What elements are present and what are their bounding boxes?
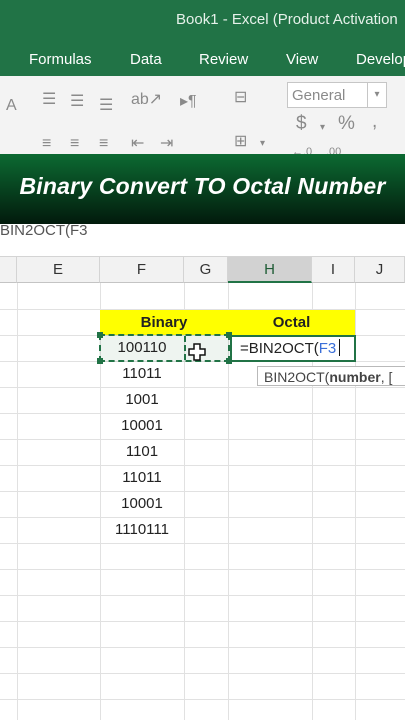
text-caret: [339, 339, 341, 356]
binary-cell[interactable]: 10001: [100, 413, 184, 439]
ribbon: A ☰ ☰ ☰ ab↗ ▸¶ ⊟ ⊞ ▾ ≡ ≡ ≡ ⇤ ⇥ General ▾…: [0, 76, 405, 155]
column-header-f[interactable]: F: [100, 257, 184, 283]
decrease-indent-icon[interactable]: ⇤: [131, 136, 144, 152]
tooltip-rest: , [: [380, 369, 393, 385]
binary-cell[interactable]: 100110: [100, 335, 184, 361]
wrap-text-icon[interactable]: ⊟: [234, 90, 247, 106]
align-bottom-icon[interactable]: ☰: [99, 98, 113, 114]
tab-view[interactable]: View: [286, 51, 318, 68]
title-banner: Binary Convert TO Octal Number: [0, 154, 405, 224]
grid-line: [0, 595, 405, 596]
tab-review[interactable]: Review: [199, 51, 248, 68]
chevron-down-icon[interactable]: ▾: [367, 83, 386, 107]
merge-dropdown-icon[interactable]: ▾: [260, 136, 265, 152]
number-format-value: General: [292, 87, 346, 104]
header-octal[interactable]: Octal: [228, 310, 355, 335]
grid-line: [0, 673, 405, 674]
tab-developer[interactable]: Develop: [356, 51, 405, 68]
column-header-i[interactable]: I: [312, 257, 355, 283]
formula-text: =BIN2OCT(: [240, 340, 319, 357]
binary-cell[interactable]: 10001: [100, 491, 184, 517]
header-binary[interactable]: Binary: [100, 310, 228, 335]
tooltip-argument: number: [329, 369, 381, 385]
paragraph-direction-icon[interactable]: ▸¶: [180, 94, 197, 110]
number-format-dropdown[interactable]: General ▾: [287, 82, 387, 108]
column-header-j[interactable]: J: [355, 257, 405, 283]
column-header-h[interactable]: H: [228, 257, 312, 283]
grid-line: [0, 465, 405, 466]
align-left-icon[interactable]: ≡: [42, 136, 51, 152]
ribbon-tabs: Formulas Data Review View Develop: [0, 44, 405, 76]
binary-cell[interactable]: 11011: [100, 361, 184, 387]
binary-cell[interactable]: 11011: [100, 465, 184, 491]
function-tooltip: BIN2OCT(number, [: [257, 366, 405, 386]
cell-cursor-icon: [188, 343, 206, 361]
grid-line: [0, 699, 405, 700]
binary-cell[interactable]: 1101: [100, 439, 184, 465]
grid-line: [0, 569, 405, 570]
grid-line: [0, 517, 405, 518]
tab-formulas[interactable]: Formulas: [29, 51, 92, 68]
comma-style-icon[interactable]: ,: [372, 112, 377, 131]
formula-bar-text: BIN2OCT(F3: [0, 222, 88, 239]
increase-indent-icon[interactable]: ⇥: [160, 136, 173, 152]
grid-line: [0, 621, 405, 622]
formula-edit-cell[interactable]: =BIN2OCT(F3: [230, 335, 356, 362]
column-header-g[interactable]: G: [184, 257, 228, 283]
currency-format-icon[interactable]: $: [296, 114, 307, 133]
window-title: Book1 - Excel (Product Activation: [176, 11, 398, 28]
font-size-icon[interactable]: A: [6, 98, 17, 114]
align-right-icon[interactable]: ≡: [99, 136, 108, 152]
grid-line: [0, 387, 405, 388]
grid-line: [0, 491, 405, 492]
currency-dropdown-icon[interactable]: ▾: [320, 120, 325, 136]
align-center-icon[interactable]: ≡: [70, 136, 79, 152]
grid-line: [17, 283, 18, 720]
banner-text: Binary Convert TO Octal Number: [19, 173, 386, 199]
grid-line: [0, 413, 405, 414]
formula-reference: F3: [318, 340, 337, 357]
percent-style-icon[interactable]: %: [338, 114, 355, 133]
orientation-icon[interactable]: ab↗: [131, 92, 162, 108]
select-all-corner[interactable]: [0, 257, 17, 283]
binary-cell[interactable]: 1110111: [100, 517, 184, 543]
merge-center-icon[interactable]: ⊞: [234, 134, 247, 150]
binary-cell[interactable]: 1001: [100, 387, 184, 413]
title-bar: Book1 - Excel (Product Activation: [0, 0, 405, 44]
tooltip-function[interactable]: BIN2OCT(: [264, 369, 329, 385]
align-top-icon[interactable]: ☰: [42, 92, 56, 108]
grid-line: [0, 439, 405, 440]
grid-line: [0, 647, 405, 648]
tab-data[interactable]: Data: [130, 51, 162, 68]
grid-line: [0, 543, 405, 544]
formula-bar[interactable]: BIN2OCT(F3: [0, 222, 405, 257]
column-header-e[interactable]: E: [17, 257, 100, 283]
align-middle-icon[interactable]: ☰: [70, 94, 84, 110]
